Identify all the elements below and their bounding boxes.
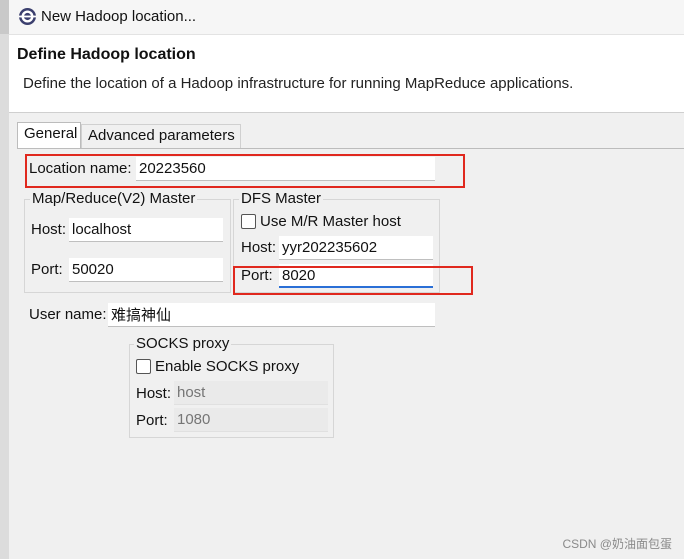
use-mr-master-label[interactable]: Use M/R Master host	[260, 213, 401, 230]
user-name-input[interactable]	[108, 303, 435, 327]
socks-port-label: Port:	[136, 412, 168, 429]
dfs-host-label: Host:	[241, 239, 277, 256]
dfs-host-input[interactable]	[279, 236, 433, 260]
page-description: Define the location of a Hadoop infrastr…	[23, 75, 574, 92]
tab-general[interactable]: General	[17, 122, 81, 149]
location-name-label: Location name:	[29, 160, 132, 177]
enable-socks-checkbox[interactable]	[136, 359, 151, 374]
tab-advanced-parameters[interactable]: Advanced parameters	[81, 124, 241, 148]
user-name-label: User name:	[29, 306, 107, 323]
page-title: Define Hadoop location	[17, 46, 196, 63]
window-left-edge	[0, 0, 9, 559]
socks-host-input[interactable]	[174, 381, 328, 405]
window-left-edge-top	[0, 0, 9, 34]
mr-port-label: Port:	[31, 261, 63, 278]
dfs-port-label: Port:	[241, 267, 273, 284]
socks-proxy-title: SOCKS proxy	[134, 335, 232, 352]
csdn-watermark: CSDN @奶油面包蛋	[562, 537, 672, 551]
dfs-port-input[interactable]	[279, 264, 433, 288]
mr-host-input[interactable]	[69, 218, 223, 242]
use-mr-master-checkbox[interactable]	[241, 214, 256, 229]
dfs-master-title: DFS Master	[239, 190, 324, 207]
socks-host-label: Host:	[136, 385, 172, 402]
mr-host-label: Host:	[31, 221, 67, 238]
socks-port-input[interactable]	[174, 408, 328, 432]
location-name-input[interactable]	[136, 157, 435, 181]
mr-master-title: Map/Reduce(V2) Master	[30, 190, 198, 207]
mr-port-input[interactable]	[69, 258, 223, 282]
window-title: New Hadoop location...	[41, 8, 197, 25]
eclipse-app-icon	[18, 7, 37, 26]
enable-socks-label[interactable]: Enable SOCKS proxy	[155, 358, 299, 375]
